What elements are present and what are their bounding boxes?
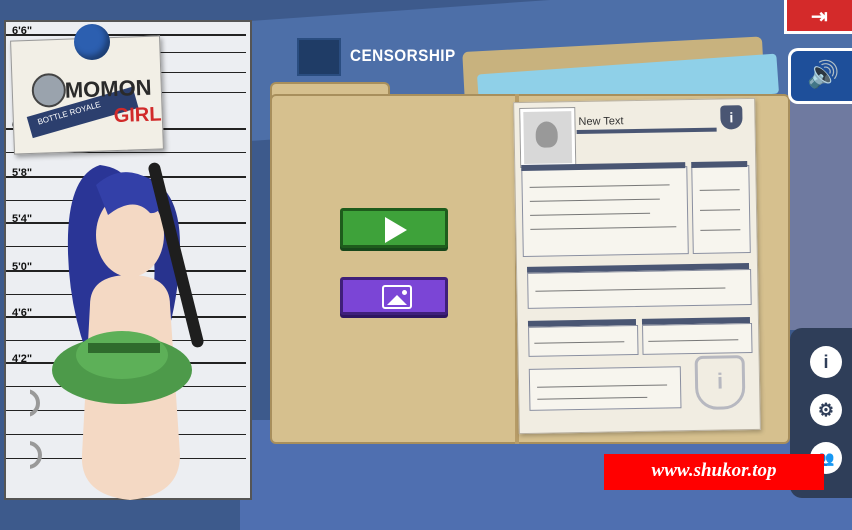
form-header-bar bbox=[691, 161, 748, 169]
background-stripe bbox=[780, 100, 852, 330]
dossier-paper: New Text i i bbox=[513, 97, 761, 435]
play-icon bbox=[385, 217, 407, 243]
speaker-icon: 🔊 bbox=[807, 59, 840, 89]
mugshot-placeholder-icon bbox=[520, 108, 576, 168]
exit-icon: ⇥ bbox=[811, 6, 828, 28]
censorship-label: CENSORSHIP bbox=[350, 46, 456, 65]
height-label: 6'6" bbox=[12, 25, 33, 37]
settings-icon[interactable]: ⚙ bbox=[810, 394, 842, 426]
form-box bbox=[521, 166, 689, 257]
play-button[interactable] bbox=[340, 208, 448, 248]
dossier-bar bbox=[576, 127, 717, 135]
character-figure bbox=[30, 162, 204, 500]
exit-button[interactable]: ⇥ bbox=[784, 0, 852, 34]
stamp-icon: i bbox=[694, 355, 746, 411]
badge-icon: i bbox=[720, 105, 743, 130]
pushpin-icon bbox=[74, 24, 110, 60]
watermark-text: www.shukor.top bbox=[651, 460, 777, 481]
dossier-title: New Text bbox=[578, 115, 624, 128]
sound-button[interactable]: 🔊 bbox=[788, 48, 852, 104]
watermark-banner: www.shukor.top bbox=[604, 454, 824, 490]
gallery-icon bbox=[382, 285, 412, 309]
logo-text-girl: GIRL bbox=[113, 103, 162, 127]
info-icon[interactable]: i bbox=[810, 346, 842, 378]
form-box bbox=[528, 366, 682, 411]
censorship-checkbox[interactable] bbox=[297, 38, 341, 76]
gallery-button[interactable] bbox=[340, 277, 448, 315]
logo-text-momon: MOMON bbox=[64, 75, 152, 103]
